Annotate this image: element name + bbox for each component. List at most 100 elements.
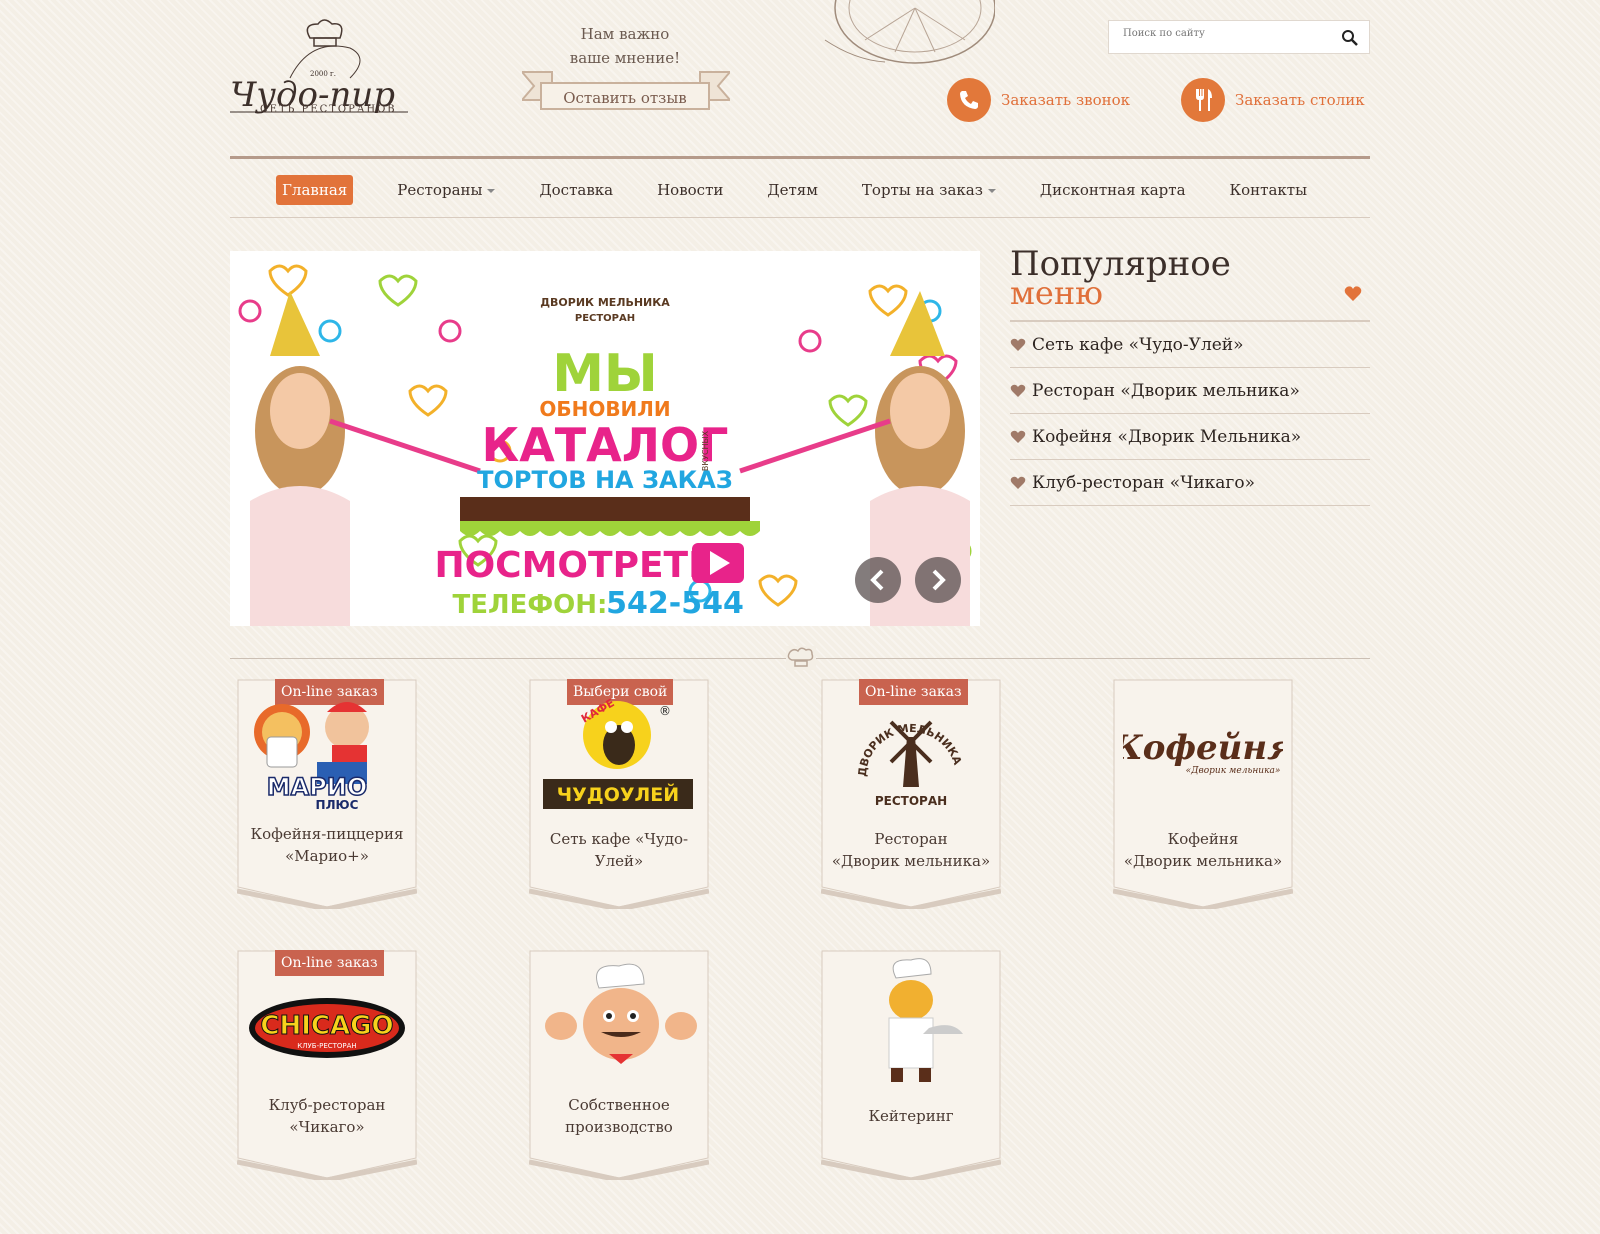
svg-text:ВКУСНЫХ: ВКУСНЫХ — [701, 430, 710, 471]
opinion-text: Нам важно ваше мнение! — [520, 22, 730, 70]
restaurant-card-mario[interactable]: On-line заказ МАРИО ПЛЮС Кофейня-пиццери… — [237, 679, 417, 909]
card-title-line-1: Клуб-ресторан — [268, 1096, 386, 1114]
slider-prev-button[interactable] — [855, 557, 901, 603]
chevron-left-icon — [870, 569, 884, 591]
leave-feedback-button[interactable]: Оставить отзыв — [540, 82, 710, 110]
heart-icon — [1344, 286, 1362, 301]
svg-text:CHICAGO: CHICAGO — [260, 1011, 393, 1041]
popular-item[interactable]: Кофейня «Дворик Мельника» — [1010, 414, 1370, 460]
nav-item-news[interactable]: Новости — [657, 175, 723, 205]
svg-text:РЕСТОРАН: РЕСТОРАН — [875, 794, 947, 808]
chef-catering-image — [888, 958, 963, 1082]
page-container: Чудо-пир 2000 г. СЕТЬ РЕСТОРАНОВ Нам важ… — [230, 0, 1370, 1234]
svg-text:ПОСМОТРЕТЬ: ПОСМОТРЕТЬ — [434, 545, 715, 586]
logo-subtitle: СЕТЬ РЕСТОРАНОВ — [260, 104, 397, 115]
popular-item-label: Ресторан «Дворик мельника» — [1032, 380, 1300, 401]
popular-item[interactable]: Клуб-ресторан «Чикаго» — [1010, 460, 1370, 506]
card-title: Собственное производство — [539, 1094, 699, 1138]
popular-menu-list: Сеть кафе «Чудо-Улей» Ресторан «Дворик м… — [1010, 320, 1370, 506]
card-title-line-1: Кофейня — [1167, 830, 1239, 848]
caret-down-icon — [487, 189, 496, 193]
chicago-logo: CHICAGO КЛУБ-РЕСТОРАН — [249, 998, 405, 1058]
card-catering[interactable]: Кейтеринг — [821, 950, 1001, 1180]
restaurant-card-kofeynya[interactable]: Кофейня «Дворик мельника» Кофейня «Двори… — [1113, 679, 1293, 909]
heart-icon — [1010, 430, 1026, 443]
svg-text:Кофейня: Кофейня — [1123, 728, 1283, 768]
card-title: Кейтеринг — [831, 1105, 991, 1127]
site-logo[interactable]: Чудо-пир 2000 г. — [230, 18, 410, 133]
card-title: Клуб-ресторан «Чикаго» — [247, 1094, 407, 1138]
card-title-line-1: Кофейня-пиццерия — [250, 825, 404, 843]
chef-hat-icon — [786, 646, 816, 670]
card-title-line-1: Собственное — [568, 1096, 670, 1114]
search-box — [1108, 20, 1370, 54]
nav-item-restaurants-label: Рестораны — [397, 181, 483, 199]
chef-hat-logo-icon: Чудо-пир 2000 г. — [230, 19, 408, 115]
caret-down-icon — [987, 189, 996, 193]
card-title-line-2: «Дворик мельника» — [1123, 852, 1283, 870]
card-title-line-1: Сеть кафе «Чудо- — [549, 830, 689, 848]
popular-item-label: Сеть кафе «Чудо-Улей» — [1032, 334, 1244, 355]
chevron-right-icon — [932, 569, 946, 591]
slider-next-button[interactable] — [915, 557, 961, 603]
popular-item[interactable]: Сеть кафе «Чудо-Улей» — [1010, 322, 1370, 368]
mario-plus-logo: МАРИО ПЛЮС — [254, 702, 369, 812]
order-table-label: Заказать столик — [1235, 91, 1365, 109]
nav-item-cakes-label: Торты на заказ — [861, 181, 983, 199]
svg-text:РЕСТОРАН: РЕСТОРАН — [575, 313, 635, 324]
svg-text:«Дворик мельника»: «Дворик мельника» — [1186, 766, 1281, 776]
card-title: Ресторан «Дворик мельника» — [831, 828, 991, 872]
svg-text:ДВОРИК МЕЛЬНИКА: ДВОРИК МЕЛЬНИКА — [540, 296, 670, 309]
nav-item-restaurants[interactable]: Рестораны — [397, 175, 496, 205]
nav-item-delivery[interactable]: Доставка — [539, 175, 613, 205]
card-title-line-2: производство — [565, 1118, 673, 1136]
card-title-line-2: «Марио+» — [285, 847, 369, 865]
svg-text:КЛУБ-РЕСТОРАН: КЛУБ-РЕСТОРАН — [297, 1042, 356, 1050]
nav-item-home[interactable]: Главная — [276, 175, 354, 205]
card-title-line-2: Улей» — [594, 852, 644, 870]
search-input[interactable] — [1121, 27, 1335, 40]
card-title-line-2: «Дворик мельника» — [831, 852, 991, 870]
order-call-link[interactable]: Заказать звонок — [947, 78, 1130, 122]
nav-item-kids[interactable]: Детям — [767, 175, 818, 205]
chudo-uley-logo: КАФЕ ® ЧУДОУЛЕЙ — [543, 696, 693, 809]
fork-knife-icon — [1181, 78, 1225, 122]
card-title: Кофейня-пиццерия «Марио+» — [247, 823, 407, 867]
order-table-link[interactable]: Заказать столик — [1181, 78, 1365, 122]
svg-text:ЧУДОУЛЕЙ: ЧУДОУЛЕЙ — [557, 783, 679, 806]
popular-item-label: Клуб-ресторан «Чикаго» — [1032, 472, 1255, 493]
opinion-line-2: ваше мнение! — [569, 49, 681, 67]
svg-text:ТЕЛЕФОН:: ТЕЛЕФОН: — [453, 590, 608, 620]
heart-icon — [1010, 476, 1026, 489]
search-icon[interactable] — [1341, 29, 1359, 47]
nav-item-contacts[interactable]: Контакты — [1230, 175, 1308, 205]
card-title-line-2: «Чикаго» — [289, 1118, 365, 1136]
restaurant-card-chicago[interactable]: On-line заказ CHICAGO КЛУБ-РЕСТОРАН Клуб… — [237, 950, 417, 1180]
heart-icon — [1010, 384, 1026, 397]
nav-item-cakes[interactable]: Торты на заказ — [862, 175, 996, 205]
lemon-sketch-decoration — [824, 0, 995, 64]
popular-subtitle: меню — [1010, 274, 1104, 312]
chef-thumbs-up-image — [545, 963, 697, 1064]
svg-text:542-544: 542-544 — [606, 586, 744, 621]
svg-text:ТОРТОВ НА ЗАКАЗ: ТОРТОВ НА ЗАКАЗ — [477, 466, 733, 494]
card-title: Кофейня «Дворик мельника» — [1123, 828, 1283, 872]
heart-icon — [1010, 338, 1026, 351]
card-title-line-1: Кейтеринг — [868, 1107, 954, 1125]
svg-text:2000 г.: 2000 г. — [310, 70, 336, 78]
card-own-production[interactable]: Собственное производство — [529, 950, 709, 1180]
nav-item-discount-card[interactable]: Дисконтная карта — [1040, 175, 1186, 205]
popular-item[interactable]: Ресторан «Дворик мельника» — [1010, 368, 1370, 414]
restaurant-card-chudo-uley[interactable]: Выбери свой КАФЕ ® ЧУДОУЛЕЙ Сеть кафе «Ч… — [529, 679, 709, 909]
card-title-line-1: Ресторан — [874, 830, 948, 848]
svg-text:МЫ: МЫ — [552, 344, 658, 404]
svg-text:КАТАЛОГ: КАТАЛОГ — [482, 418, 729, 472]
main-navigation: Главная Рестораны Доставка Новости Детям… — [230, 156, 1370, 218]
opinion-line-1: Нам важно — [580, 25, 670, 43]
restaurant-card-dvorik-melnika[interactable]: On-line заказ ДВОРИК МЕЛЬНИКА РЕСТОРАН Р… — [821, 679, 1001, 909]
svg-text:ПЛЮС: ПЛЮС — [316, 798, 359, 812]
phone-icon — [947, 78, 991, 122]
card-title: Сеть кафе «Чудо- Улей» — [539, 828, 699, 872]
svg-text:®: ® — [659, 704, 671, 718]
order-call-label: Заказать звонок — [1001, 91, 1131, 109]
